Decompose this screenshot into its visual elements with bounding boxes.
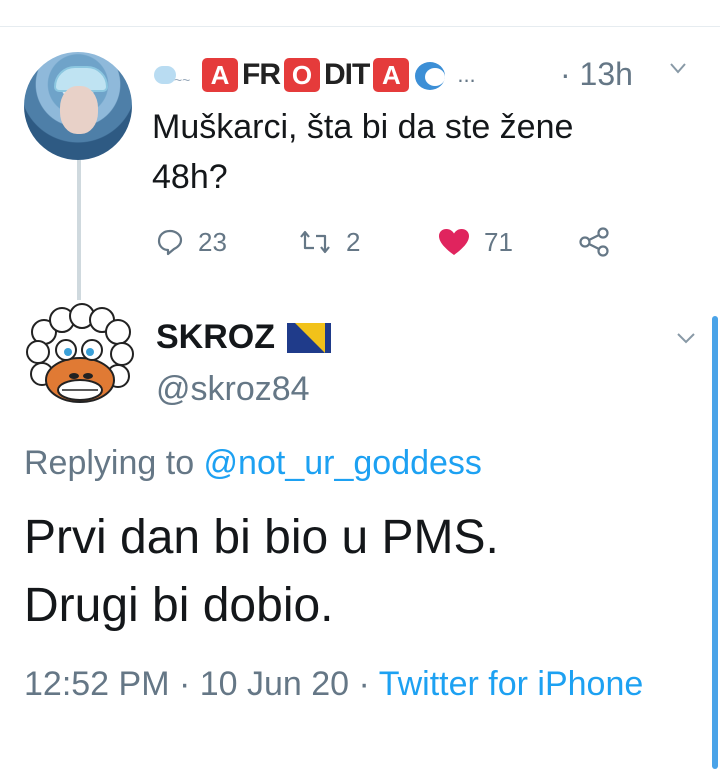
tweet-text: Prvi dan bi bio u PMS. Drugi bi dobio. [24,504,684,640]
chevron-down-icon[interactable] [676,328,696,348]
tweet-text-line: Prvi dan bi bio u PMS. [24,511,499,564]
retweet-button[interactable]: 2 [298,222,360,262]
avatar-face [60,86,98,134]
like-count: 71 [484,226,513,257]
name-tile: A [202,58,238,92]
name-text: DIT [324,58,370,91]
name-tile: O [284,58,320,92]
avatar[interactable] [24,302,136,414]
like-button[interactable]: 71 [438,222,513,262]
wind-emoji-icon: ~~ [152,58,198,92]
tweet-text-line: Muškarci, šta bi da ste žene [152,108,574,146]
chevron-down-icon[interactable] [670,60,686,76]
heart-icon [439,229,469,255]
source-link[interactable]: Twitter for iPhone [379,665,644,703]
reply-icon [157,229,183,256]
tweet-text-line: 48h? [152,158,228,196]
avatar[interactable] [24,52,132,160]
name-text: FR [242,58,281,91]
share-icon [579,227,609,257]
name-tile: A [373,58,410,92]
name-overflow: ... [457,62,476,87]
replying-prefix: Replying to [24,444,204,482]
display-name-text: SKROZ [156,318,275,356]
user-handle[interactable]: @skroz84 [156,370,310,409]
thread-connector [77,160,81,300]
flag-icon [287,322,331,353]
retweet-count: 2 [346,226,361,257]
tweet-actions: 23 2 71 [156,222,636,262]
reply-button[interactable]: 23 [156,222,227,262]
scrollbar[interactable] [712,316,718,769]
top-divider [0,26,720,27]
reply-count: 23 [198,226,227,257]
tweet-meta: 12:52 PM · 10 Jun 20 · Twitter for iPhon… [24,658,684,710]
wave-emoji-icon [413,58,449,92]
replying-to: Replying to @not_ur_goddess [24,444,482,483]
tweet-text: Muškarci, šta bi da ste žene 48h? [152,102,672,202]
share-button[interactable] [578,222,610,262]
retweet-icon [300,230,330,254]
display-name[interactable]: ~~ A FR O DIT A ... [152,52,476,98]
tweet-time[interactable]: · 13h [560,56,633,93]
tweet-text-line: Drugi bi dobio. [24,579,334,632]
mention-link[interactable]: @not_ur_goddess [204,444,482,482]
timestamp: 12:52 PM · 10 Jun 20 · [24,665,379,703]
display-name[interactable]: SKROZ [156,318,331,357]
